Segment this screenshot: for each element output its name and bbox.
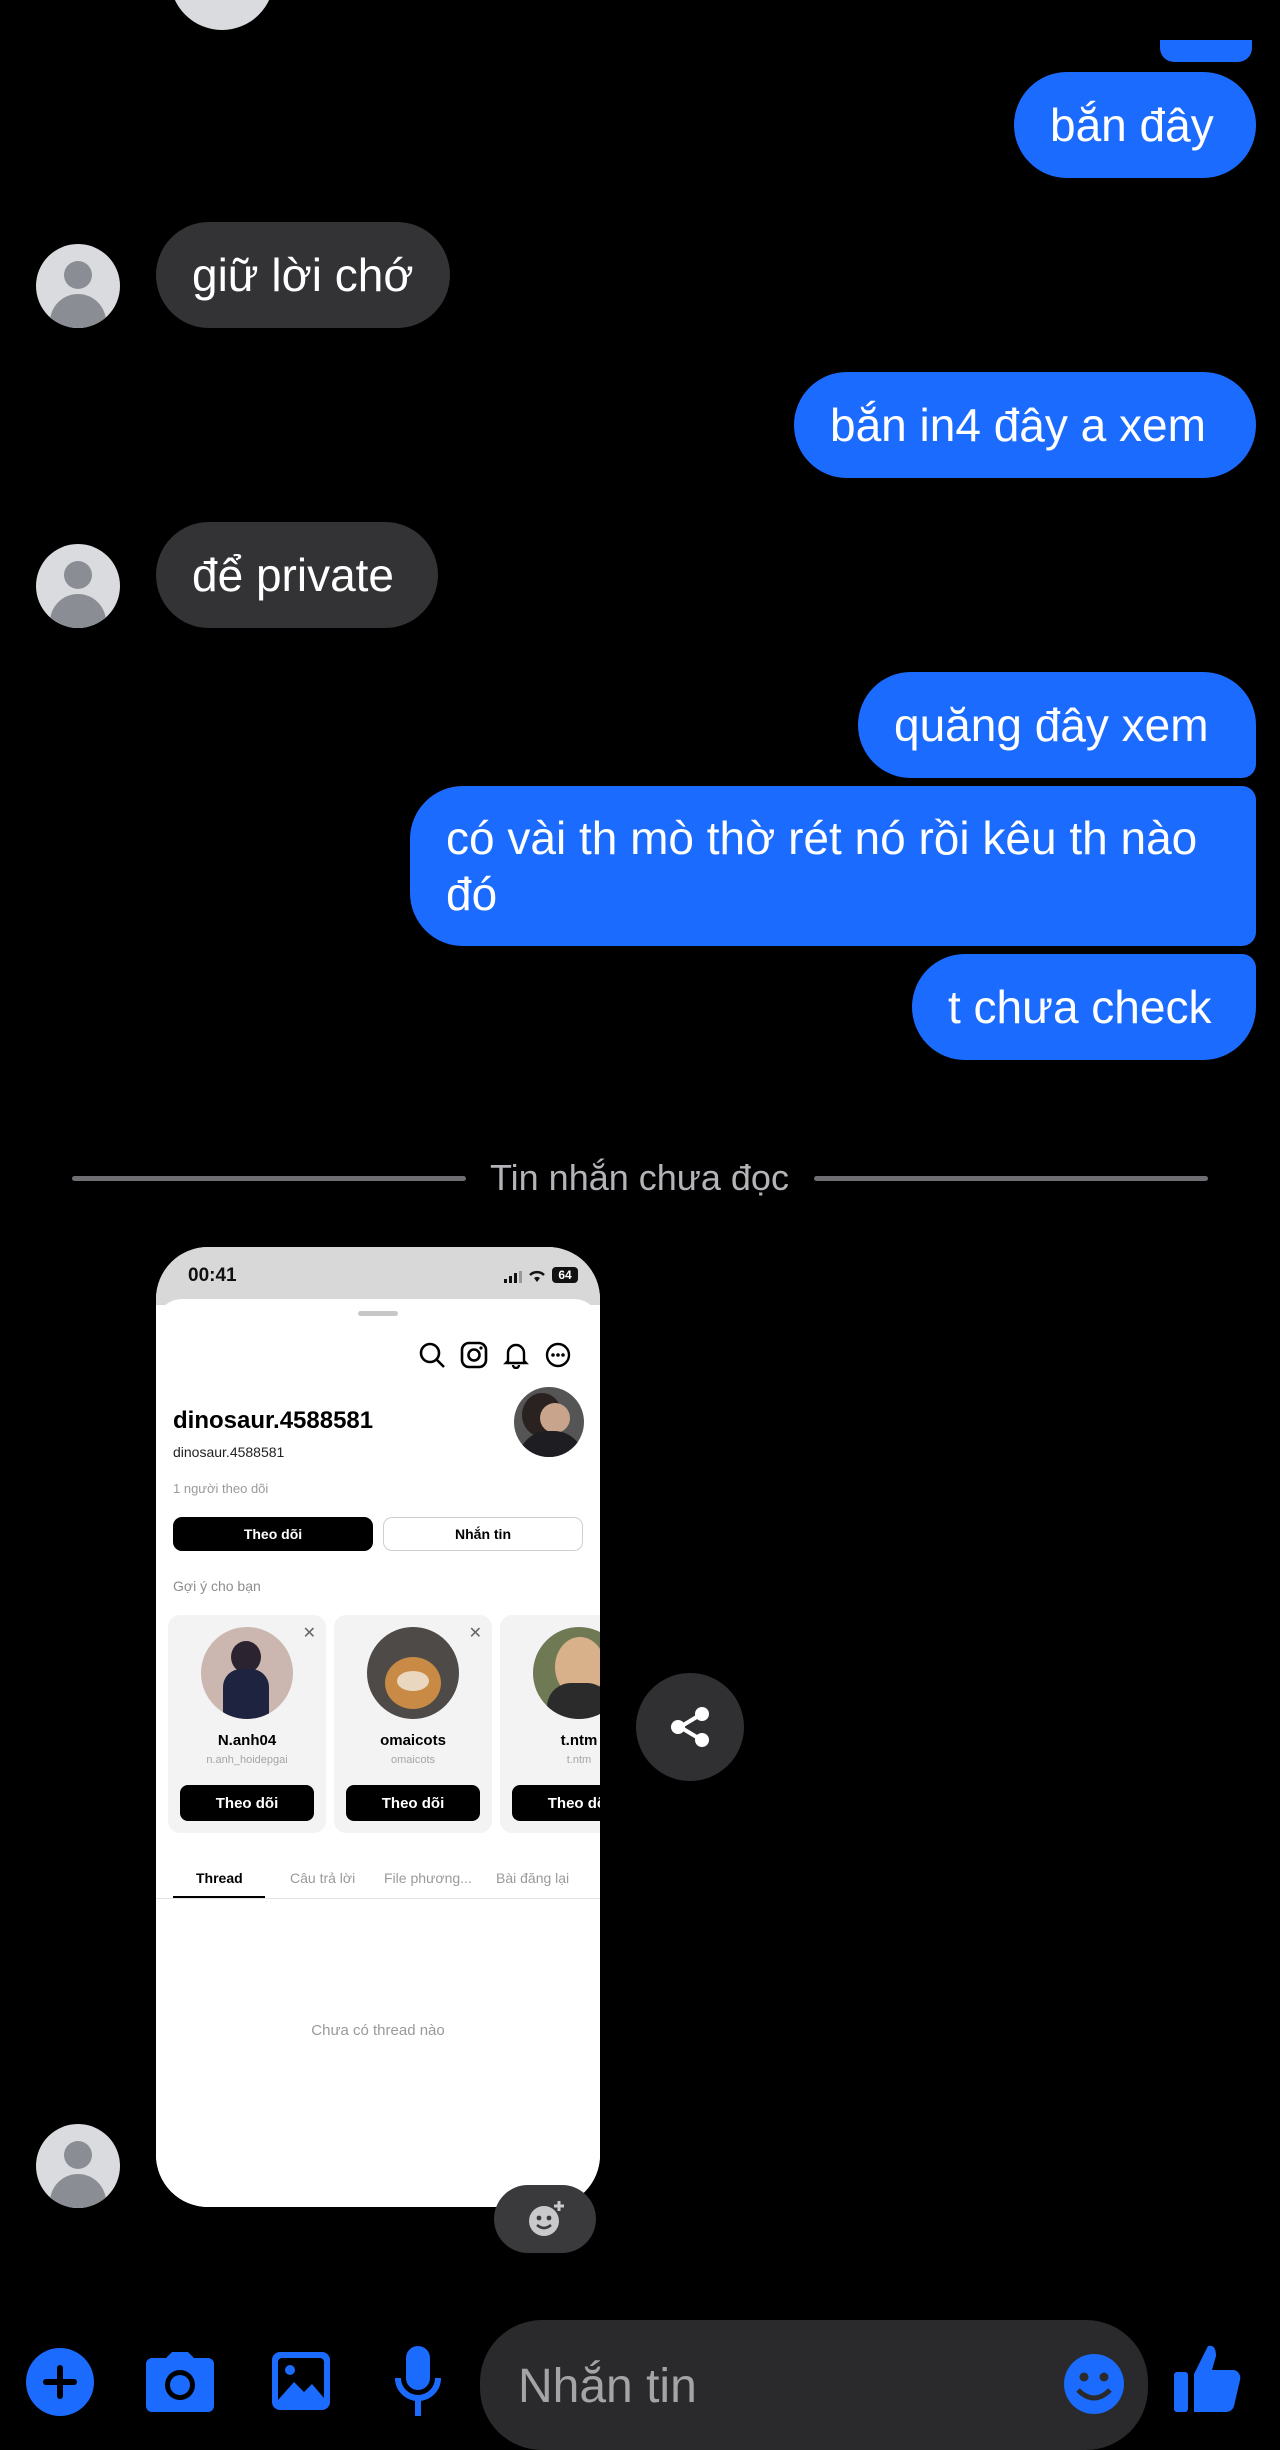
add-reaction-button[interactable] [494, 2185, 596, 2253]
emoji-icon[interactable] [1062, 2352, 1126, 2416]
dismiss-icon: ✕ [468, 1625, 482, 1642]
battery-icon: 64 [552, 1267, 578, 1283]
share-button[interactable] [636, 1673, 744, 1781]
suggestion-name: omaicots [380, 1732, 446, 1749]
suggestion-name: t.ntm [560, 1732, 598, 1749]
message-incoming[interactable]: giữ lời chớ [156, 222, 450, 328]
follow-button: Theo dõi [173, 1517, 373, 1551]
message-composer[interactable] [480, 2320, 1148, 2450]
message-text: bắn in4 đây a xem [830, 399, 1206, 451]
contact-avatar[interactable] [36, 544, 120, 628]
unread-divider-right [814, 1176, 1208, 1181]
contact-avatar[interactable] [36, 2124, 120, 2208]
message-outgoing[interactable]: quăng đây xem [858, 672, 1256, 778]
sheet-handle [358, 1311, 398, 1316]
top-partial-bubble [1160, 40, 1252, 62]
message-outgoing-multiline[interactable]: có vài th mò thờ rét nó rồi kêu th nào đ… [410, 786, 1256, 946]
tab-replies: Câu trả lời [290, 1870, 356, 1886]
message-outgoing[interactable]: bắn đây [1014, 72, 1256, 178]
dismiss-icon: ✕ [302, 1625, 316, 1642]
suggestion-follow-button: Theo dõi [180, 1785, 314, 1821]
suggestion-handle: omaicots [390, 1754, 436, 1766]
add-reaction-icon [529, 2201, 564, 2236]
message-text: giữ lời chớ [192, 249, 414, 301]
suggestion-avatar [367, 1627, 459, 1719]
message-text-line-2: đó [446, 868, 498, 920]
message-input[interactable] [516, 2350, 1040, 2422]
empty-state: Chưa có thread nào [311, 2022, 445, 2039]
suggestion-follow-button: Theo dõi [512, 1785, 600, 1821]
contact-avatar-top[interactable] [170, 0, 274, 30]
profile-avatar [514, 1387, 584, 1457]
shared-screenshot[interactable]: 00:41 64 dinosaur.4588581 dinosaur.45885… [156, 1247, 600, 2207]
camera-icon[interactable] [144, 2350, 216, 2414]
tab-thread: Thread [196, 1870, 243, 1886]
gallery-icon[interactable] [270, 2350, 332, 2412]
tab-reposts: Bài đăng lại [496, 1870, 570, 1886]
unread-divider-label: Tin nhắn chưa đọc [490, 1157, 789, 1198]
message-text: để private [192, 549, 395, 601]
suggestion-card: ✕ omaicots omaicots Theo dõi [334, 1615, 492, 1833]
wifi-icon [529, 1270, 545, 1282]
message-button: Nhắn tin [383, 1517, 583, 1551]
profile-handle: dinosaur.4588581 [173, 1444, 285, 1460]
more-icon [545, 1342, 571, 1368]
message-text: quăng đây xem [894, 699, 1209, 751]
phone-status-bar: 00:41 64 [156, 1247, 600, 1305]
suggestion-handle: t.ntm [566, 1754, 592, 1766]
microphone-icon[interactable] [394, 2344, 442, 2420]
bell-icon [503, 1343, 529, 1369]
status-time: 00:41 [188, 1265, 237, 1286]
suggestion-follow-button: Theo dõi [346, 1785, 480, 1821]
suggestion-card: ✕ N.anh04 n.anh_hoidepgai Theo dõi [168, 1615, 326, 1833]
message-text-line-1: có vài th mò thờ rét nó rồi kêu th nào [446, 812, 1198, 864]
search-icon [419, 1342, 445, 1368]
tab-media: File phương... [384, 1870, 472, 1886]
message-text: t chưa check [948, 981, 1212, 1033]
suggestion-name: N.anh04 [217, 1732, 277, 1749]
battery-level: 64 [558, 1268, 572, 1282]
profile-name: dinosaur.4588581 [173, 1407, 374, 1434]
signal-icon [504, 1271, 522, 1283]
message-outgoing[interactable]: bắn in4 đây a xem [794, 372, 1256, 478]
suggestion-handle: n.anh_hoidepgai [206, 1754, 288, 1766]
contact-avatar[interactable] [36, 244, 120, 328]
message-incoming[interactable]: để private [156, 522, 438, 628]
suggestion-avatar [201, 1627, 293, 1719]
message-outgoing[interactable]: t chưa check [912, 954, 1256, 1060]
unread-divider-left [72, 1176, 466, 1181]
instagram-icon [460, 1341, 488, 1369]
tabs-divider [156, 1898, 600, 1899]
suggestions-title: Gợi ý cho bạn [173, 1578, 261, 1594]
profile-followers: 1 người theo dõi [173, 1481, 269, 1496]
suggestion-card: t.ntm t.ntm Theo dõi [500, 1615, 600, 1833]
message-text: bắn đây [1050, 99, 1214, 151]
share-icon [671, 1707, 709, 1747]
more-actions-button[interactable] [26, 2348, 94, 2416]
plus-icon [43, 2365, 77, 2399]
profile-sheet: dinosaur.4588581 dinosaur.4588581 1 ngườ… [156, 1299, 600, 2207]
suggestion-avatar [533, 1627, 600, 1719]
like-icon[interactable] [1172, 2340, 1244, 2416]
